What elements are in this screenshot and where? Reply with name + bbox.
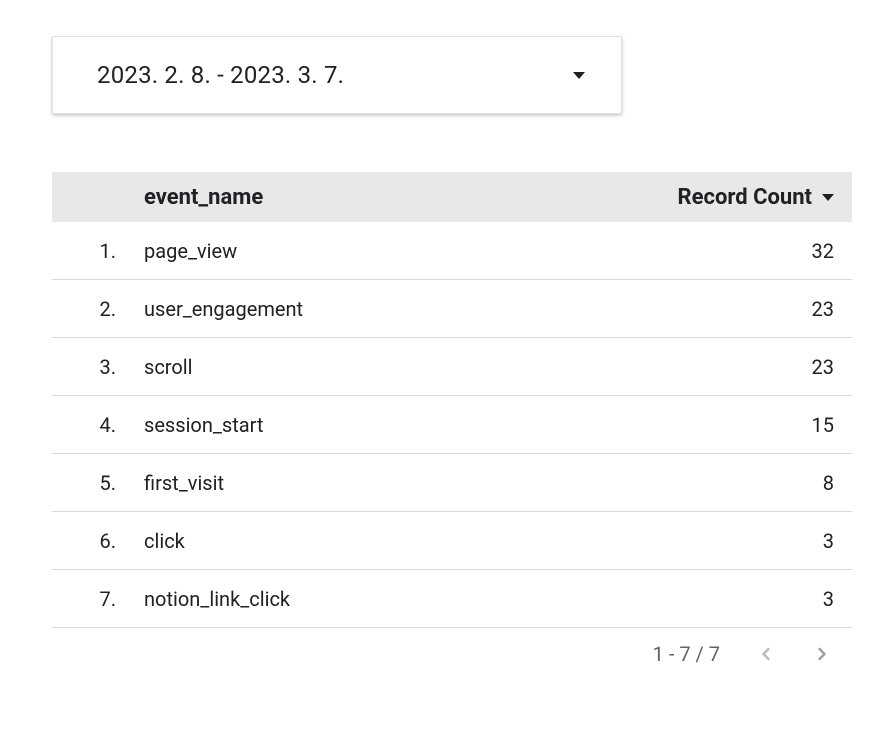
date-range-selector[interactable]: 2023. 2. 8. - 2023. 3. 7. [52, 36, 622, 114]
date-range-label: 2023. 2. 8. - 2023. 3. 7. [97, 61, 344, 89]
row-event-name: notion_link_click [144, 587, 612, 611]
row-event-name: first_visit [144, 471, 612, 495]
row-event-name: click [144, 529, 612, 553]
row-record-count: 32 [612, 239, 852, 263]
table-row: 3.scroll23 [52, 338, 852, 396]
next-page-button[interactable] [812, 644, 832, 664]
row-index: 4. [52, 413, 144, 437]
table-row: 2.user_engagement23 [52, 280, 852, 338]
table-row: 6.click3 [52, 512, 852, 570]
table-row: 5.first_visit8 [52, 454, 852, 512]
chevron-right-icon [812, 644, 832, 664]
pagination-info: 1 - 7 / 7 [653, 642, 720, 666]
table-row: 4.session_start15 [52, 396, 852, 454]
row-record-count: 3 [612, 587, 852, 611]
header-event-name[interactable]: event_name [144, 185, 612, 210]
row-index: 2. [52, 297, 144, 321]
row-record-count: 3 [612, 529, 852, 553]
table-footer: 1 - 7 / 7 [52, 628, 852, 666]
row-record-count: 8 [612, 471, 852, 495]
sort-desc-icon [822, 194, 834, 201]
row-record-count: 23 [612, 355, 852, 379]
pagination-nav [756, 644, 832, 664]
table-body: 1.page_view322.user_engagement233.scroll… [52, 222, 852, 628]
row-index: 1. [52, 239, 144, 263]
header-record-count-label: Record Count [678, 185, 812, 210]
row-record-count: 15 [612, 413, 852, 437]
row-event-name: scroll [144, 355, 612, 379]
table-row: 7.notion_link_click3 [52, 570, 852, 628]
caret-down-icon [573, 72, 585, 79]
row-event-name: user_engagement [144, 297, 612, 321]
row-index: 7. [52, 587, 144, 611]
row-index: 6. [52, 529, 144, 553]
table-row: 1.page_view32 [52, 222, 852, 280]
table-header-row: event_name Record Count [52, 172, 852, 222]
row-event-name: page_view [144, 239, 612, 263]
row-record-count: 23 [612, 297, 852, 321]
prev-page-button[interactable] [756, 644, 776, 664]
row-index: 3. [52, 355, 144, 379]
header-record-count[interactable]: Record Count [612, 185, 852, 210]
row-index: 5. [52, 471, 144, 495]
row-event-name: session_start [144, 413, 612, 437]
chevron-left-icon [756, 644, 776, 664]
event-table: event_name Record Count 1.page_view322.u… [52, 172, 852, 666]
